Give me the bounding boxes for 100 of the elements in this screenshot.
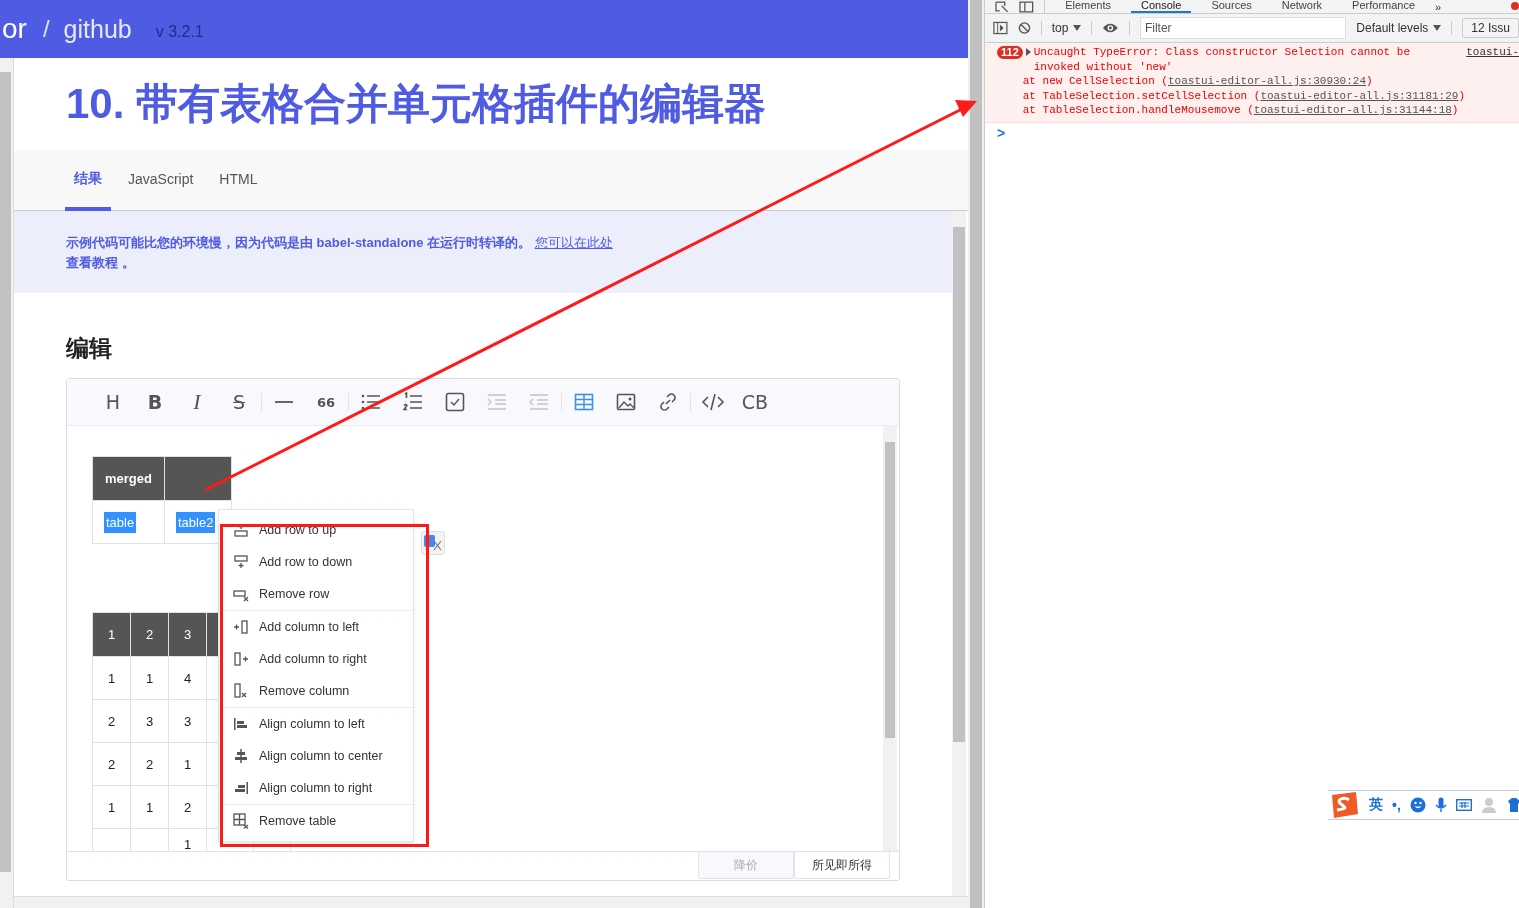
mode-tab[interactable]: 所见即所得 — [794, 852, 890, 879]
error-icon[interactable] — [1511, 2, 1519, 10]
table-header-cell — [164, 456, 232, 501]
shirt-icon[interactable] — [1507, 798, 1519, 812]
col-right-icon — [233, 651, 249, 667]
expand-icon[interactable] — [1025, 48, 1031, 56]
table-cell: 2 — [168, 785, 207, 829]
punctuation-toggle[interactable]: •, — [1392, 797, 1401, 813]
checkbox-icon — [445, 392, 465, 412]
context-dropdown[interactable]: top — [1051, 21, 1082, 35]
table-cell: 3 — [168, 699, 207, 743]
microphone-icon[interactable] — [1434, 797, 1447, 813]
strike-button[interactable]: S — [223, 386, 255, 418]
source-link[interactable]: toastui-editor-all.js:31181:29 — [1260, 89, 1459, 102]
clear-icon[interactable] — [1017, 21, 1031, 35]
link-icon — [658, 392, 678, 412]
table-cell: 2 — [130, 742, 169, 786]
table-header-cell: 2 — [130, 612, 169, 657]
scrollbar[interactable] — [952, 211, 966, 896]
table-cell: 4 — [168, 656, 207, 700]
menu-item[interactable]: Remove table — [219, 805, 413, 837]
menu-item[interactable]: Remove column — [219, 675, 413, 707]
source-link[interactable]: toastui-editor-all.js:31144:18 — [1253, 104, 1452, 116]
numbered-list-icon — [403, 392, 423, 412]
emoji-icon[interactable] — [1409, 797, 1426, 813]
menu-item[interactable]: Add row to down — [219, 546, 413, 578]
caret-icon — [1433, 25, 1442, 31]
source-link[interactable]: toastui-editor-all.js:30930:24 — [1168, 75, 1367, 87]
source-link[interactable]: toastui- — [1466, 45, 1519, 74]
device-icon[interactable] — [1018, 1, 1035, 13]
levels-dropdown[interactable]: Default levels — [1356, 21, 1442, 35]
table-cell: table — [92, 500, 165, 544]
image-icon — [616, 392, 636, 412]
italic-button[interactable]: I — [181, 386, 213, 418]
bold-button[interactable]: B — [139, 386, 171, 418]
table-cell: 1 — [92, 656, 131, 700]
tab[interactable]: JavaScript — [119, 150, 203, 211]
translate-icon[interactable] — [421, 531, 445, 555]
devtools-tab[interactable]: Sources — [1201, 0, 1262, 13]
table-cell: 3 — [130, 699, 169, 743]
keyboard-icon[interactable] — [1455, 799, 1472, 811]
table-cell: 1 — [168, 742, 207, 786]
align-center-icon — [233, 748, 249, 764]
section-heading: 编辑 — [66, 334, 113, 363]
eye-icon[interactable] — [1102, 22, 1119, 34]
menu-item[interactable]: Add column to left — [219, 611, 413, 643]
table-header-cell: 1 — [92, 612, 131, 657]
menu-item[interactable]: Remove row — [219, 578, 413, 610]
codeblock-button[interactable]: CB — [739, 386, 771, 418]
stack-trace-line: at TableSelection.setCellSelection (toastui-editor-all.js:31181:29) — [1021, 88, 1467, 103]
outdent-icon — [529, 392, 549, 412]
filter-field[interactable]: Filter — [1139, 17, 1347, 39]
heading-button[interactable]: H — [97, 386, 129, 418]
horizontal-scrollbar[interactable] — [14, 896, 968, 908]
align-right-icon — [233, 780, 249, 796]
col-left-icon — [233, 619, 249, 635]
table-cell: 1 — [130, 785, 169, 829]
page-title: 10. 带有表格合并单元格插件的编辑器 — [66, 79, 767, 129]
menu-item[interactable]: Align column to right — [219, 772, 413, 804]
table-cell: 2 — [92, 699, 131, 743]
scrollbar[interactable] — [0, 58, 14, 908]
devtools-tab[interactable]: Performance — [1342, 0, 1426, 13]
scrollbar[interactable] — [968, 0, 985, 908]
stack-trace-line: at TableSelection.handleMousemove (toastui-editor-all.js:31144:18) — [1021, 103, 1460, 118]
caret-icon — [1073, 25, 1082, 31]
indent-icon — [487, 392, 507, 412]
code-icon — [701, 392, 725, 412]
language-toggle[interactable]: 英 — [1369, 796, 1383, 814]
table-cell: 1 — [130, 656, 169, 700]
tutorial-link[interactable]: 您可以在此处 — [534, 235, 613, 250]
notice-text: 示例代码可能比您的环境慢，因为代码是由 babel-standalone 在运行时转译的。 您可以在此处 查看教程 。 — [66, 234, 614, 272]
sidebar-icon[interactable] — [993, 21, 1008, 35]
col-remove-icon — [233, 683, 249, 699]
quote-button[interactable]: 66 — [310, 386, 342, 418]
error-count-badge: 112 — [997, 46, 1023, 59]
devtools-tab[interactable]: Elements — [1055, 0, 1122, 13]
more-tabs-button[interactable]: » — [1435, 1, 1442, 13]
version-label: v 3.2.1 — [155, 23, 204, 41]
bullet-list-icon — [361, 392, 381, 412]
issues-button[interactable]: 12 Issu — [1462, 18, 1519, 38]
row-down-icon — [233, 554, 249, 570]
tab[interactable]: HTML — [210, 150, 267, 211]
table-remove-icon — [233, 813, 249, 829]
table-cell: 1 — [92, 785, 131, 829]
console-prompt[interactable]: > — [985, 122, 1519, 141]
line-icon — [274, 401, 294, 403]
menu-item[interactable]: Align column to center — [219, 740, 413, 772]
scrollbar[interactable] — [883, 426, 897, 851]
stack-trace-line: at new CellSelection (toastui-editor-all.js:30930:24) — [1021, 74, 1374, 89]
table-cell: 2 — [92, 742, 131, 786]
table-icon — [574, 392, 594, 412]
separator: / — [42, 15, 50, 43]
inspect-icon[interactable] — [995, 1, 1009, 13]
align-left-icon — [233, 716, 249, 732]
table-header-cell: merged — [92, 456, 165, 501]
devtools-tab[interactable]: Network — [1271, 0, 1333, 13]
table-header-cell: 3 — [168, 612, 207, 657]
menu-item[interactable]: Add column to right — [219, 643, 413, 675]
menu-item[interactable]: Align column to left — [219, 708, 413, 740]
github-link[interactable]: github — [63, 14, 132, 44]
